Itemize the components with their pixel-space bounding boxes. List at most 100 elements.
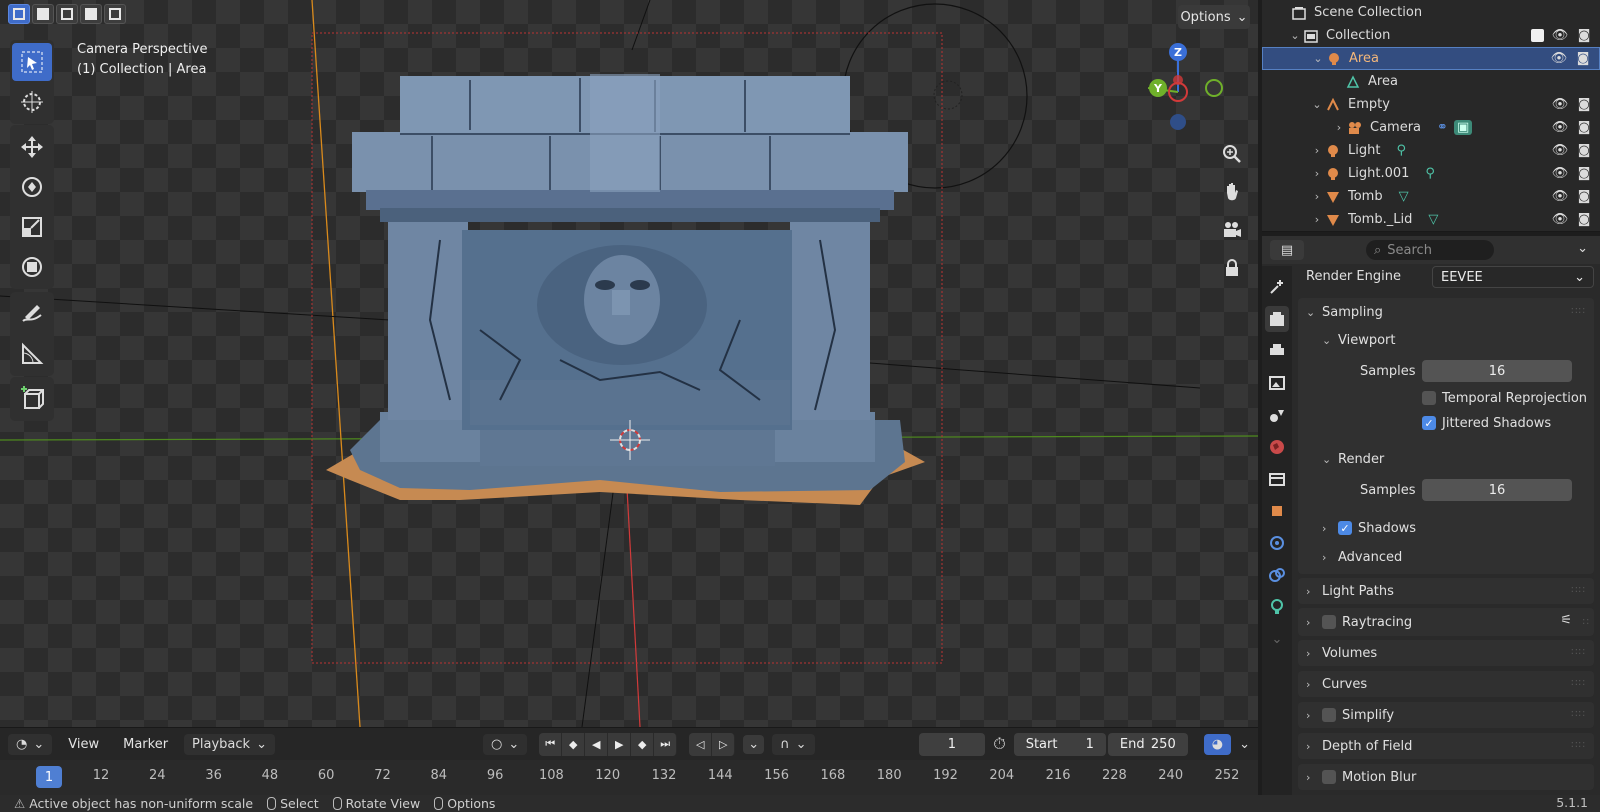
move-tool[interactable] [12, 128, 52, 166]
collection-tab[interactable] [1265, 466, 1289, 492]
lock-icon[interactable] [1216, 252, 1248, 284]
drag-grip-icon[interactable]: ∷∷ [1571, 647, 1586, 658]
outliner-row-light[interactable]: › Light ⚲ 👁 ◙ [1262, 139, 1600, 162]
chevron-right-icon[interactable]: › [1310, 190, 1324, 203]
drag-grip-icon[interactable]: ∷∷ [1571, 740, 1586, 751]
jittered-shadows-row[interactable]: ✓ Jittered Shadows [1422, 411, 1551, 435]
volumes-panel[interactable]: › Volumes ∷∷ [1298, 640, 1594, 666]
play-icon[interactable]: ▶ [608, 732, 632, 756]
keyframe-type-dropdown[interactable]: ○ ⌄ [482, 733, 528, 755]
camera-render-icon[interactable]: ◙ [1576, 28, 1592, 44]
shadows-checkbox[interactable]: ✓ [1338, 521, 1352, 535]
overlay-toggle[interactable]: ◕ [1203, 733, 1232, 755]
select-box-tool[interactable] [12, 43, 52, 81]
next-keyframe-icon[interactable]: ◆ [631, 732, 655, 756]
play-reverse-icon[interactable]: ◀ [585, 732, 609, 756]
cursor-tool[interactable] [12, 83, 52, 121]
step-forward-icon[interactable]: ▷ [712, 732, 736, 756]
drag-grip-icon[interactable]: ∷∷ [1571, 306, 1586, 317]
view-layer-tab[interactable] [1265, 370, 1289, 396]
outliner-row-area-data[interactable]: Area [1262, 70, 1600, 93]
select-intersect-icon[interactable] [104, 4, 126, 24]
camera-render-icon[interactable]: ◙ [1576, 97, 1592, 113]
outliner-row-collection[interactable]: ⌄ Collection 👁 ◙ [1262, 24, 1600, 47]
outliner-row-tomb-lid[interactable]: › Tomb._Lid ▽ 👁 ◙ [1262, 208, 1600, 231]
start-frame-field[interactable]: Start 1 [1013, 732, 1106, 756]
select-subtract-icon[interactable] [56, 4, 78, 24]
raytracing-checkbox[interactable] [1322, 615, 1336, 629]
modifiers-tab[interactable] [1265, 530, 1289, 556]
jump-end-icon[interactable]: ⏭ [654, 732, 678, 756]
camera-render-icon[interactable]: ◙ [1576, 166, 1592, 182]
chevron-down-icon[interactable]: ⌄ [743, 734, 765, 754]
add-cube-tool[interactable] [12, 380, 52, 418]
chevron-down-icon[interactable]: ⌄ [1239, 737, 1250, 752]
eye-icon[interactable]: 👁 [1552, 212, 1569, 228]
object-tab[interactable] [1265, 498, 1289, 524]
render-samples-field[interactable]: 16 [1422, 479, 1572, 501]
advanced-subheader[interactable]: › Advanced [1322, 545, 1402, 569]
eye-icon[interactable]: 👁 [1552, 97, 1569, 113]
navigation-gizmo[interactable]: Z Y [1148, 38, 1238, 138]
render-subheader[interactable]: ⌄ Render [1322, 447, 1384, 471]
camera-render-icon[interactable]: ◙ [1576, 120, 1592, 136]
camera-render-icon[interactable]: ◙ [1576, 189, 1592, 205]
outliner-row-camera[interactable]: › Camera ⚭ ▣ 👁 ◙ [1262, 116, 1600, 139]
presets-icon[interactable]: ⚟ [1560, 613, 1572, 628]
end-frame-field[interactable]: End 250 [1107, 732, 1188, 756]
render-tab[interactable] [1265, 306, 1289, 332]
tool-tab[interactable] [1265, 274, 1289, 300]
eye-icon[interactable]: 👁 [1551, 51, 1568, 67]
shadows-subheader[interactable]: › ✓ Shadows [1322, 516, 1416, 540]
constraints-tab[interactable] [1265, 562, 1289, 588]
camera-view-icon[interactable] [1216, 214, 1248, 246]
transform-tool[interactable] [12, 248, 52, 286]
select-extend-icon[interactable] [32, 4, 54, 24]
select-new-icon[interactable] [8, 4, 30, 24]
3d-viewport[interactable]: Options ⌄ Camera Perspective (1) Collect… [0, 0, 1258, 727]
eye-icon[interactable]: 👁 [1552, 28, 1569, 44]
jump-start-icon[interactable]: ⏮ [539, 732, 563, 756]
output-tab[interactable] [1265, 338, 1289, 364]
curves-panel[interactable]: › Curves ∷∷ [1298, 671, 1594, 697]
motion-blur-checkbox[interactable] [1322, 770, 1336, 784]
depth-of-field-panel[interactable]: › Depth of Field ∷∷ [1298, 733, 1594, 759]
drag-grip-icon[interactable]: ∷ [1583, 617, 1590, 628]
jittered-shadows-checkbox[interactable]: ✓ [1422, 416, 1436, 430]
scale-tool[interactable] [12, 208, 52, 246]
select-invert-icon[interactable] [80, 4, 102, 24]
light-paths-panel[interactable]: › Light Paths ∷∷ [1298, 578, 1594, 604]
annotate-tool[interactable] [12, 295, 52, 333]
exclude-checkbox[interactable] [1531, 29, 1544, 42]
outliner-row-empty[interactable]: ⌄ Empty 👁 ◙ [1262, 93, 1600, 116]
measure-tool[interactable] [12, 335, 52, 373]
chevron-right-icon[interactable]: › [1332, 121, 1346, 134]
search-input[interactable]: ⌕ Search [1366, 240, 1494, 260]
hand-pan-icon[interactable] [1216, 176, 1248, 208]
world-tab[interactable] [1265, 434, 1289, 460]
zoom-icon[interactable] [1216, 138, 1248, 170]
current-frame-indicator[interactable]: 1 [36, 766, 62, 788]
drag-grip-icon[interactable]: ∷∷ [1571, 678, 1586, 689]
rotate-tool[interactable] [12, 168, 52, 206]
marker-menu[interactable]: Marker [115, 737, 176, 752]
view-menu[interactable]: View [60, 737, 107, 752]
eye-icon[interactable]: 👁 [1552, 120, 1569, 136]
outliner-row-tomb[interactable]: › Tomb ▽ 👁 ◙ [1262, 185, 1600, 208]
stopwatch-icon[interactable]: ⏱ [993, 734, 1005, 754]
sampling-header[interactable]: ⌄ Sampling [1306, 300, 1383, 324]
step-back-icon[interactable]: ◁ [689, 732, 713, 756]
outliner-row-area-light[interactable]: ⌄ Area 👁 ◙ [1262, 47, 1600, 70]
camera-render-icon[interactable]: ◙ [1575, 51, 1591, 67]
simplify-panel[interactable]: › Simplify ∷∷ [1298, 702, 1594, 728]
drag-grip-icon[interactable]: ∷∷ [1571, 709, 1586, 720]
chevron-right-icon[interactable]: › [1310, 144, 1324, 157]
chevron-down-icon[interactable]: ⌄ [1577, 241, 1588, 256]
chevron-right-icon[interactable]: › [1310, 167, 1324, 180]
eye-icon[interactable]: 👁 [1552, 166, 1569, 182]
options-dropdown[interactable]: Options ⌄ [1178, 5, 1250, 29]
viewport-samples-field[interactable]: 16 [1422, 360, 1572, 382]
chevron-down-icon[interactable]: ⌄ [1311, 52, 1325, 65]
camera-render-icon[interactable]: ◙ [1576, 212, 1592, 228]
motion-blur-panel[interactable]: › Motion Blur [1298, 764, 1594, 790]
